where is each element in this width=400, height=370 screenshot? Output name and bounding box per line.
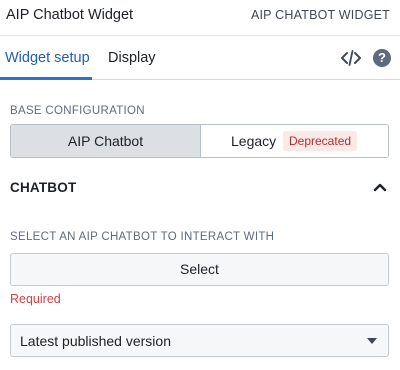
- chevron-up-icon[interactable]: [372, 180, 388, 194]
- option-legacy[interactable]: Legacy Deprecated: [201, 125, 388, 157]
- panel-header: AIP Chatbot Widget AIP CHATBOT WIDGET: [0, 0, 400, 36]
- option-legacy-label: Legacy: [231, 133, 277, 149]
- base-configuration-toggle: AIP Chatbot Legacy Deprecated: [10, 124, 389, 158]
- widget-type-label: AIP CHATBOT WIDGET: [250, 8, 390, 22]
- chatbot-section-title: CHATBOT: [10, 180, 77, 195]
- tab-bar: Widget setup Display ?: [0, 36, 400, 80]
- code-icon[interactable]: [341, 49, 361, 67]
- help-icon[interactable]: ?: [373, 49, 391, 67]
- deprecated-badge: Deprecated: [283, 131, 358, 151]
- widget-config-panel: AIP Chatbot Widget AIP CHATBOT WIDGET Wi…: [0, 0, 400, 370]
- caret-down-icon: [367, 338, 377, 344]
- tab-widget-setup[interactable]: Widget setup: [5, 50, 90, 66]
- option-aip-chatbot-label: AIP Chatbot: [67, 133, 144, 149]
- select-chatbot-label: SELECT AN AIP CHATBOT TO INTERACT WITH: [10, 231, 275, 243]
- version-dropdown-value: Latest published version: [20, 333, 171, 349]
- base-configuration-label: BASE CONFIGURATION: [10, 105, 145, 117]
- select-chatbot-button[interactable]: Select: [10, 253, 389, 286]
- version-dropdown[interactable]: Latest published version: [10, 324, 389, 357]
- active-tab-indicator: [0, 77, 92, 80]
- widget-title: AIP Chatbot Widget: [6, 7, 134, 23]
- required-error: Required: [10, 292, 61, 306]
- tab-display[interactable]: Display: [108, 50, 156, 66]
- option-aip-chatbot[interactable]: AIP Chatbot: [11, 125, 201, 157]
